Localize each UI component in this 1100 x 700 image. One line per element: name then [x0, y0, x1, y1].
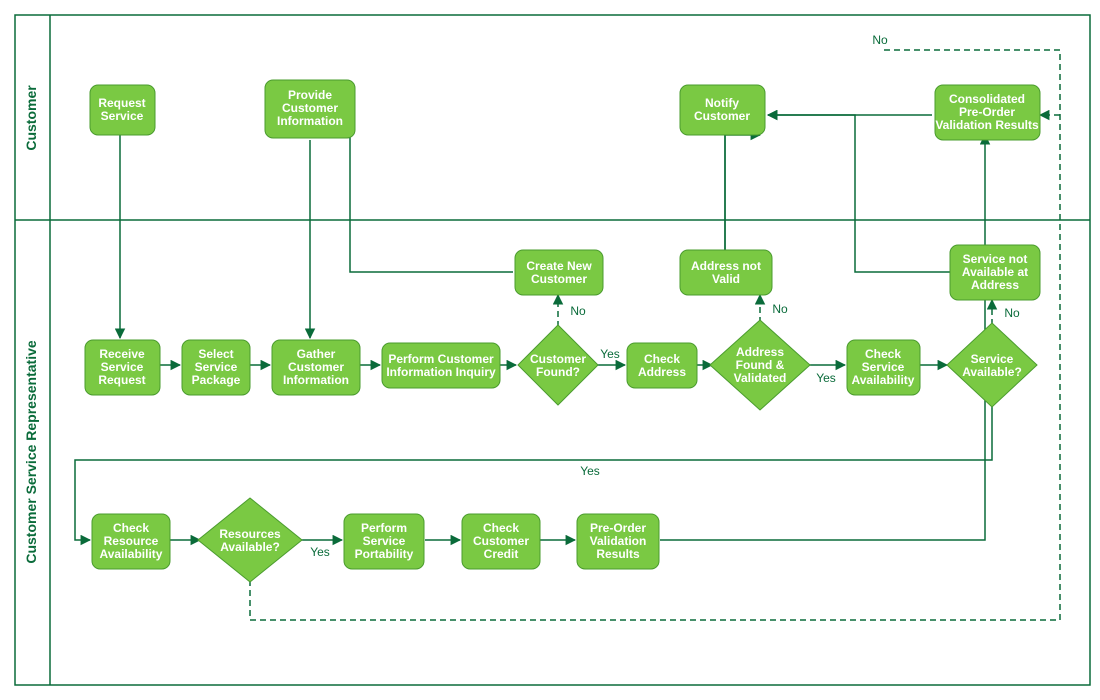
node-perform-customer-inquiry: Perform CustomerInformation Inquiry	[382, 343, 500, 388]
label-resavail-no: No	[872, 33, 888, 47]
node-notify-customer: NotifyCustomer	[680, 85, 765, 135]
node-address-validated: AddressFound &Validated	[710, 320, 810, 410]
label-resavail-yes: Yes	[310, 545, 330, 559]
node-customer-found: CustomerFound?	[518, 325, 598, 405]
label-svcavail-yes: Yes	[580, 464, 600, 478]
edge-svcnotavail-to-notify	[768, 115, 950, 272]
svg-text:RequestService: RequestService	[98, 96, 145, 123]
lane-title-customer: Customer	[23, 85, 39, 151]
node-resources-available: ResourcesAvailable?	[198, 498, 302, 582]
node-service-not-available: Service notAvailable atAddress	[950, 245, 1040, 300]
svg-text:Create NewCustomer: Create NewCustomer	[526, 259, 592, 286]
node-create-new-customer: Create NewCustomer	[515, 250, 603, 295]
node-receive-service-request: ReceiveServiceRequest	[85, 340, 160, 395]
node-preorder-validation-results: Pre-OrderValidationResults	[577, 514, 659, 569]
node-service-available: ServiceAvailable?	[947, 323, 1037, 407]
svg-text:ReceiveServiceRequest: ReceiveServiceRequest	[98, 347, 145, 387]
lane-title-csr: Customer Service Representative	[23, 340, 39, 564]
node-select-service-package: SelectServicePackage	[182, 340, 250, 395]
edge-preorder-to-consolidated	[660, 135, 985, 540]
node-perform-service-portability: PerformServicePortability	[344, 514, 424, 569]
node-check-resource-avail: CheckResourceAvailability	[92, 514, 170, 569]
svg-text:CustomerFound?: CustomerFound?	[530, 352, 586, 379]
svg-text:ResourcesAvailable?: ResourcesAvailable?	[219, 527, 281, 554]
svg-text:CheckAddress: CheckAddress	[638, 352, 686, 379]
label-validated-no: No	[772, 302, 788, 316]
node-check-customer-credit: CheckCustomerCredit	[462, 514, 540, 569]
label-validated-yes: Yes	[816, 371, 836, 385]
edge-notvalid-to-notify-up	[725, 135, 760, 250]
svg-text:Perform CustomerInformation In: Perform CustomerInformation Inquiry	[386, 352, 496, 379]
svg-text:ServiceAvailable?: ServiceAvailable?	[962, 352, 1022, 379]
label-svcavail-no: No	[1004, 306, 1020, 320]
node-check-service-avail: CheckServiceAvailability	[847, 340, 920, 395]
flowchart-diagram: Customer Customer Service Representative…	[0, 0, 1100, 700]
label-found-yes: Yes	[600, 347, 620, 361]
svg-text:PerformServicePortability: PerformServicePortability	[355, 521, 414, 561]
node-provide-customer-info: ProvideCustomerInformation	[265, 80, 355, 138]
label-found-no: No	[570, 304, 586, 318]
svg-text:SelectServicePackage: SelectServicePackage	[192, 347, 241, 387]
svg-text:AddressFound &Validated: AddressFound &Validated	[734, 345, 787, 385]
node-check-address: CheckAddress	[627, 343, 697, 388]
svg-text:Service notAvailable atAddress: Service notAvailable atAddress	[962, 252, 1028, 292]
node-request-service: RequestService	[90, 85, 155, 135]
node-consolidated-results: ConsolidatedPre-OrderValidation Results	[935, 85, 1040, 140]
node-gather-customer-info: GatherCustomerInformation	[272, 340, 360, 395]
edge-create-to-provide	[350, 115, 513, 272]
svg-text:Pre-OrderValidationResults: Pre-OrderValidationResults	[590, 521, 647, 561]
node-address-not-valid: Address notValid	[680, 250, 772, 295]
